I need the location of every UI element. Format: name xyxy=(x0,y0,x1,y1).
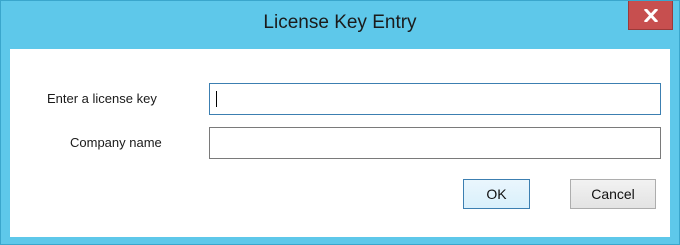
dialog-body: Enter a license key Company name OK Canc… xyxy=(10,49,670,237)
title-bar[interactable]: License Key Entry xyxy=(1,1,679,49)
window-title: License Key Entry xyxy=(263,12,417,33)
close-icon xyxy=(643,8,658,22)
company-name-input[interactable] xyxy=(209,127,661,159)
license-key-dialog: License Key Entry Enter a license key Co… xyxy=(0,0,680,245)
cancel-button[interactable]: Cancel xyxy=(570,179,656,209)
company-name-label: Company name xyxy=(70,135,162,150)
close-button[interactable] xyxy=(628,1,673,30)
ok-button[interactable]: OK xyxy=(463,179,530,209)
text-caret xyxy=(216,91,217,107)
license-key-label: Enter a license key xyxy=(47,91,157,106)
license-key-input[interactable] xyxy=(209,83,661,115)
